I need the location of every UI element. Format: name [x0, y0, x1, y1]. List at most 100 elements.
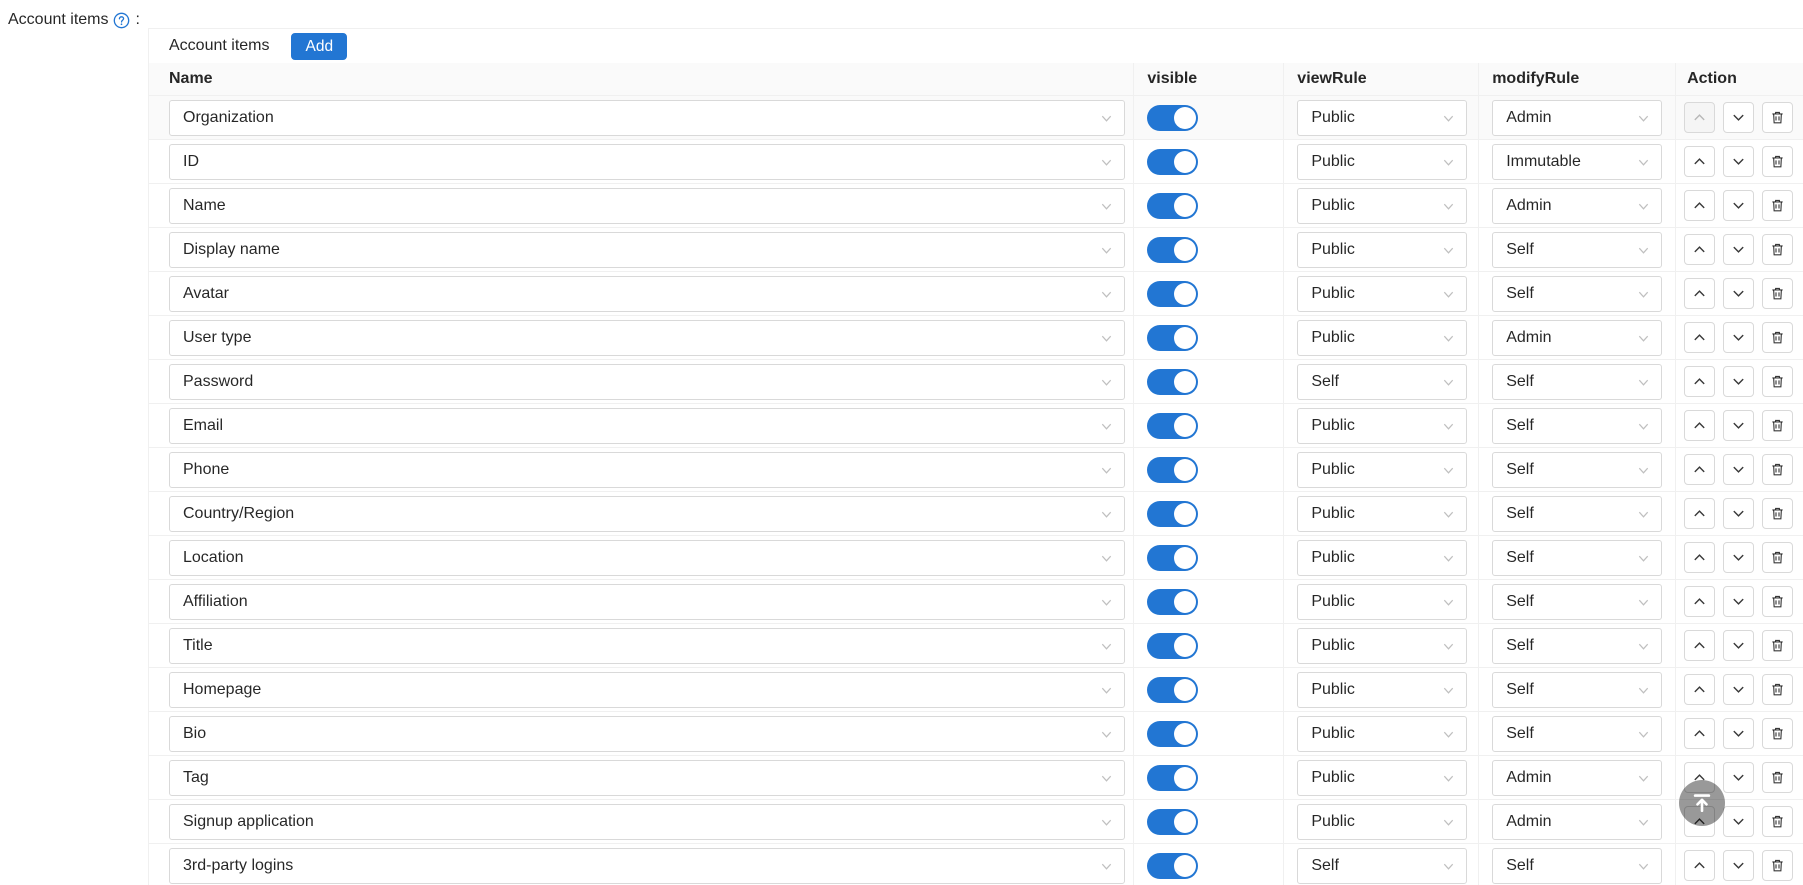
name-select[interactable]: Affiliation — [169, 584, 1125, 620]
modify-rule-select[interactable]: Self — [1492, 672, 1662, 708]
move-down-button[interactable] — [1723, 278, 1754, 309]
move-up-button[interactable] — [1684, 278, 1715, 309]
name-select[interactable]: Email — [169, 408, 1125, 444]
delete-button[interactable] — [1762, 498, 1793, 529]
modify-rule-select[interactable]: Self — [1492, 540, 1662, 576]
delete-button[interactable] — [1762, 542, 1793, 573]
move-up-button[interactable] — [1684, 674, 1715, 705]
delete-button[interactable] — [1762, 586, 1793, 617]
move-up-button[interactable] — [1684, 454, 1715, 485]
view-rule-select[interactable]: Public — [1297, 452, 1467, 488]
view-rule-select[interactable]: Public — [1297, 584, 1467, 620]
delete-button[interactable] — [1762, 806, 1793, 837]
view-rule-select[interactable]: Public — [1297, 276, 1467, 312]
view-rule-select[interactable]: Public — [1297, 144, 1467, 180]
view-rule-select[interactable]: Public — [1297, 188, 1467, 224]
move-down-button[interactable] — [1723, 498, 1754, 529]
visible-switch[interactable] — [1147, 325, 1198, 351]
modify-rule-select[interactable]: Admin — [1492, 804, 1662, 840]
name-select[interactable]: Password — [169, 364, 1125, 400]
visible-switch[interactable] — [1147, 633, 1198, 659]
name-select[interactable]: Organization — [169, 100, 1125, 136]
name-select[interactable]: ID — [169, 144, 1125, 180]
move-up-button[interactable] — [1684, 542, 1715, 573]
delete-button[interactable] — [1762, 366, 1793, 397]
move-down-button[interactable] — [1723, 190, 1754, 221]
visible-switch[interactable] — [1147, 501, 1198, 527]
visible-switch[interactable] — [1147, 193, 1198, 219]
name-select[interactable]: Display name — [169, 232, 1125, 268]
delete-button[interactable] — [1762, 102, 1793, 133]
modify-rule-select[interactable]: Self — [1492, 848, 1662, 884]
visible-switch[interactable] — [1147, 589, 1198, 615]
modify-rule-select[interactable]: Admin — [1492, 188, 1662, 224]
visible-switch[interactable] — [1147, 237, 1198, 263]
move-down-button[interactable] — [1723, 410, 1754, 441]
modify-rule-select[interactable]: Self — [1492, 716, 1662, 752]
move-down-button[interactable] — [1723, 850, 1754, 881]
delete-button[interactable] — [1762, 322, 1793, 353]
name-select[interactable]: Tag — [169, 760, 1125, 796]
modify-rule-select[interactable]: Admin — [1492, 320, 1662, 356]
visible-switch[interactable] — [1147, 545, 1198, 571]
move-up-button[interactable] — [1684, 718, 1715, 749]
move-down-button[interactable] — [1723, 586, 1754, 617]
move-up-button[interactable] — [1684, 366, 1715, 397]
delete-button[interactable] — [1762, 850, 1793, 881]
delete-button[interactable] — [1762, 234, 1793, 265]
name-select[interactable]: Title — [169, 628, 1125, 664]
delete-button[interactable] — [1762, 454, 1793, 485]
name-select[interactable]: 3rd-party logins — [169, 848, 1125, 884]
move-down-button[interactable] — [1723, 630, 1754, 661]
name-select[interactable]: Country/Region — [169, 496, 1125, 532]
view-rule-select[interactable]: Self — [1297, 848, 1467, 884]
move-up-button[interactable] — [1684, 322, 1715, 353]
move-down-button[interactable] — [1723, 366, 1754, 397]
back-to-top-button[interactable] — [1679, 780, 1725, 826]
name-select[interactable]: Bio — [169, 716, 1125, 752]
view-rule-select[interactable]: Public — [1297, 804, 1467, 840]
help-question-circle-icon[interactable] — [113, 12, 130, 29]
visible-switch[interactable] — [1147, 457, 1198, 483]
view-rule-select[interactable]: Public — [1297, 628, 1467, 664]
name-select[interactable]: Phone — [169, 452, 1125, 488]
delete-button[interactable] — [1762, 146, 1793, 177]
view-rule-select[interactable]: Public — [1297, 320, 1467, 356]
modify-rule-select[interactable]: Self — [1492, 408, 1662, 444]
visible-switch[interactable] — [1147, 105, 1198, 131]
delete-button[interactable] — [1762, 762, 1793, 793]
view-rule-select[interactable]: Public — [1297, 672, 1467, 708]
visible-switch[interactable] — [1147, 677, 1198, 703]
name-select[interactable]: User type — [169, 320, 1125, 356]
name-select[interactable]: Signup application — [169, 804, 1125, 840]
view-rule-select[interactable]: Public — [1297, 408, 1467, 444]
view-rule-select[interactable]: Self — [1297, 364, 1467, 400]
name-select[interactable]: Homepage — [169, 672, 1125, 708]
modify-rule-select[interactable]: Self — [1492, 452, 1662, 488]
visible-switch[interactable] — [1147, 765, 1198, 791]
move-up-button[interactable] — [1684, 234, 1715, 265]
view-rule-select[interactable]: Public — [1297, 760, 1467, 796]
visible-switch[interactable] — [1147, 149, 1198, 175]
move-up-button[interactable] — [1684, 410, 1715, 441]
move-down-button[interactable] — [1723, 102, 1754, 133]
move-up-button[interactable] — [1684, 190, 1715, 221]
visible-switch[interactable] — [1147, 853, 1198, 879]
modify-rule-select[interactable]: Self — [1492, 628, 1662, 664]
move-up-button[interactable] — [1684, 498, 1715, 529]
delete-button[interactable] — [1762, 718, 1793, 749]
delete-button[interactable] — [1762, 278, 1793, 309]
visible-switch[interactable] — [1147, 281, 1198, 307]
move-up-button[interactable] — [1684, 586, 1715, 617]
visible-switch[interactable] — [1147, 413, 1198, 439]
name-select[interactable]: Name — [169, 188, 1125, 224]
move-down-button[interactable] — [1723, 322, 1754, 353]
move-down-button[interactable] — [1723, 718, 1754, 749]
modify-rule-select[interactable]: Self — [1492, 584, 1662, 620]
move-up-button[interactable] — [1684, 850, 1715, 881]
move-up-button[interactable] — [1684, 630, 1715, 661]
view-rule-select[interactable]: Public — [1297, 100, 1467, 136]
move-down-button[interactable] — [1723, 806, 1754, 837]
modify-rule-select[interactable]: Self — [1492, 232, 1662, 268]
view-rule-select[interactable]: Public — [1297, 716, 1467, 752]
